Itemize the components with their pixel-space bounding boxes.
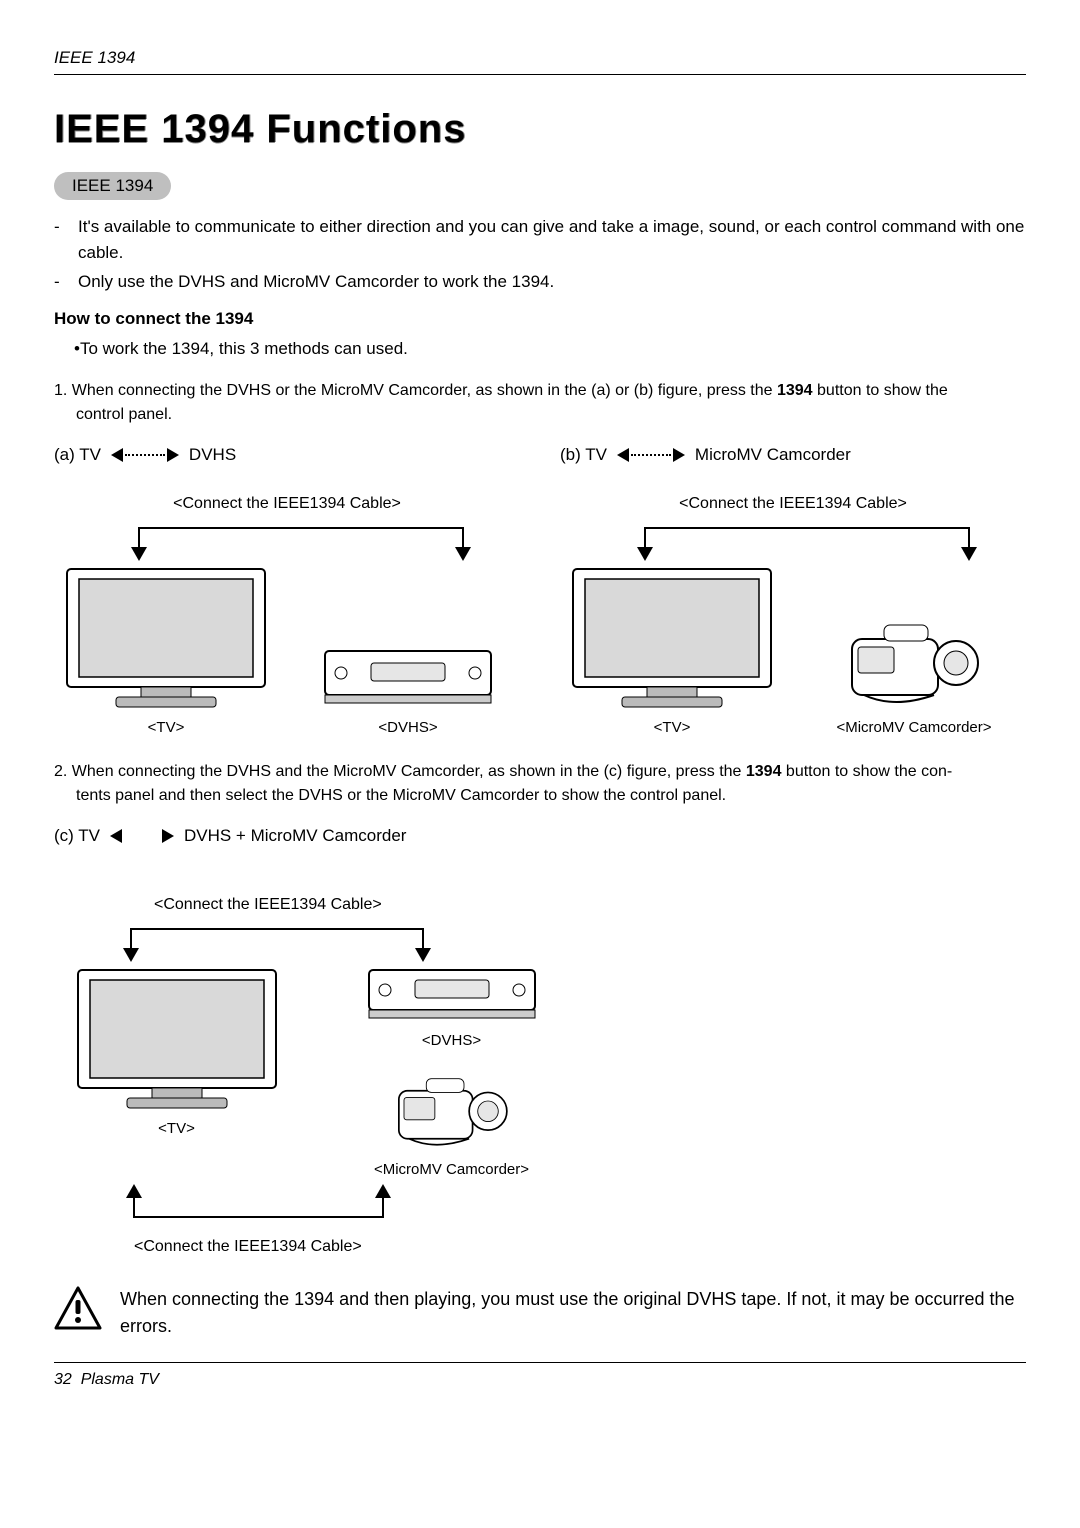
step1-bold: 1394 xyxy=(777,382,813,399)
example-b: (b) TV MicroMV Camcorder <Connect the IE… xyxy=(560,445,1026,736)
ex-b-suffix: MicroMV Camcorder xyxy=(695,445,851,465)
ex-a-prefix: (a) TV xyxy=(54,445,101,465)
camcorder-icon xyxy=(844,603,984,713)
cable-bracket xyxy=(54,918,474,964)
example-b-label: (b) TV MicroMV Camcorder xyxy=(560,445,1026,465)
step-1: 1. When connecting the DVHS or the Micro… xyxy=(54,379,1026,427)
ex-b-cable-caption: <Connect the IEEE1394 Cable> xyxy=(560,495,1026,513)
bullet-row: - Only use the DVHS and MicroMV Camcorde… xyxy=(54,269,1026,295)
bullet-row: - It's available to communicate to eithe… xyxy=(54,214,1026,265)
dvhs-device: <DVHS> xyxy=(296,643,520,736)
top-rule xyxy=(54,74,1026,75)
section-pill: IEEE 1394 xyxy=(54,172,171,200)
step1-cont: control panel. xyxy=(76,403,1026,427)
cable-bracket xyxy=(560,517,1026,563)
dvhs-icon xyxy=(323,643,493,713)
tv-icon xyxy=(72,964,282,1114)
ex-a-suffix: DVHS xyxy=(189,445,236,465)
dvhs-icon xyxy=(367,964,537,1026)
step1-post: button to show the xyxy=(813,382,948,399)
page-title: IEEE 1394 Functions xyxy=(54,107,1026,152)
example-a-label: (a) TV DVHS xyxy=(54,445,520,465)
double-arrow-icon xyxy=(110,829,174,843)
cable-bracket-bottom xyxy=(54,1184,494,1234)
tv-device: <TV> xyxy=(54,964,299,1137)
page: IEEE 1394 IEEE 1394 Functions IEEE 1394 … xyxy=(0,0,1080,1528)
subheading: How to connect the 1394 xyxy=(54,309,1026,329)
header-label: IEEE 1394 xyxy=(54,48,1026,68)
camcorder-label: <MicroMV Camcorder> xyxy=(802,719,1026,736)
right-stack: <DVHS> <MicroMV Camcorder> xyxy=(329,964,574,1178)
ex-c-suffix: DVHS + MicroMV Camcorder xyxy=(184,826,406,846)
bottom-rule xyxy=(54,1362,1026,1363)
example-a: (a) TV DVHS <Connect the IEEE1394 Cable> xyxy=(54,445,520,736)
step2-cont: tents panel and then select the DVHS or … xyxy=(76,784,1026,808)
note: •To work the 1394, this 3 methods can us… xyxy=(74,339,1026,359)
camcorder-device: <MicroMV Camcorder> xyxy=(802,603,1026,736)
ex-a-cable-caption: <Connect the IEEE1394 Cable> xyxy=(54,495,520,513)
ex-a-diagram: <TV> <DVHS> xyxy=(54,517,520,736)
bullet-text: Only use the DVHS and MicroMV Camcorder … xyxy=(78,269,554,295)
bullet-dash: - xyxy=(54,214,68,265)
step2-bold: 1394 xyxy=(746,763,782,780)
example-c-label: (c) TV DVHS + MicroMV Camcorder xyxy=(54,826,574,846)
example-c: (c) TV DVHS + MicroMV Camcorder <Connect… xyxy=(54,826,574,1256)
camcorder-icon xyxy=(392,1059,512,1155)
intro-bullets: - It's available to communicate to eithe… xyxy=(54,214,1026,295)
double-arrow-icon xyxy=(111,448,179,462)
tv-label: <TV> xyxy=(560,719,784,736)
tv-icon xyxy=(567,563,777,713)
tv-icon xyxy=(61,563,271,713)
ex-c-cable-caption-bottom: <Connect the IEEE1394 Cable> xyxy=(134,1238,574,1256)
ex-c-prefix: (c) TV xyxy=(54,826,100,846)
cable-bracket xyxy=(54,517,520,563)
warning-text: When connecting the 1394 and then playin… xyxy=(120,1286,1026,1340)
tv-device: <TV> xyxy=(560,563,784,736)
tv-label: <TV> xyxy=(54,1120,299,1137)
tv-device: <TV> xyxy=(54,563,278,736)
double-arrow-icon xyxy=(617,448,685,462)
bullet-dash: - xyxy=(54,269,68,295)
dvhs-label: <DVHS> xyxy=(329,1032,574,1049)
footer-page: 32 xyxy=(54,1371,72,1388)
camcorder-label: <MicroMV Camcorder> xyxy=(329,1161,574,1178)
footer-text: Plasma TV xyxy=(81,1371,159,1388)
step-2: 2. When connecting the DVHS and the Micr… xyxy=(54,760,1026,808)
warning-icon xyxy=(54,1286,102,1330)
bullet-text: It's available to communicate to either … xyxy=(78,214,1026,265)
step2-post: button to show the con- xyxy=(781,763,952,780)
ex-b-prefix: (b) TV xyxy=(560,445,607,465)
dvhs-label: <DVHS> xyxy=(296,719,520,736)
tv-label: <TV> xyxy=(54,719,278,736)
warning-block: When connecting the 1394 and then playin… xyxy=(54,1286,1026,1340)
step2-pre: 2. When connecting the DVHS and the Micr… xyxy=(54,763,746,780)
ex-c-cable-caption-top: <Connect the IEEE1394 Cable> xyxy=(154,896,574,914)
footer: 32 Plasma TV xyxy=(54,1371,1026,1389)
examples-row-ab: (a) TV DVHS <Connect the IEEE1394 Cable> xyxy=(54,445,1026,736)
ex-c-devices: <TV> <DVHS> xyxy=(54,964,574,1178)
step1-pre: 1. When connecting the DVHS or the Micro… xyxy=(54,382,777,399)
ex-b-diagram: <TV> <MicroMV Camcorder> xyxy=(560,517,1026,736)
